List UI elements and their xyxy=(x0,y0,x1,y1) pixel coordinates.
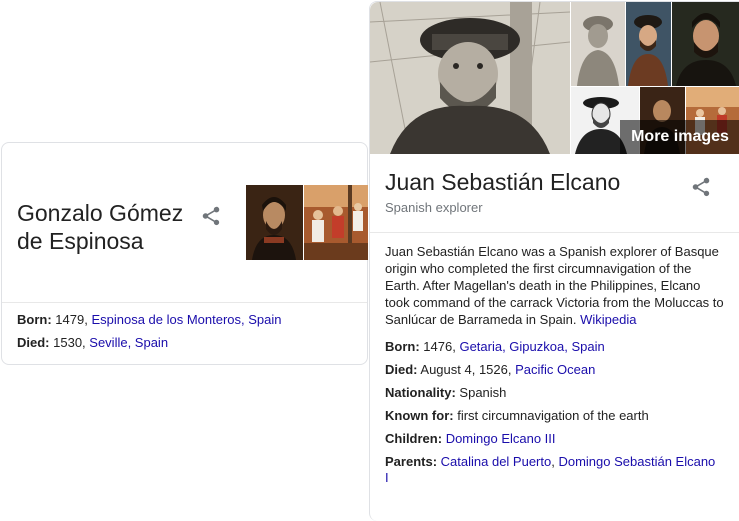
fact-died: Died: August 4, 1526, Pacific Ocean xyxy=(385,361,595,378)
knowledge-card-espinosa: Gonzalo Gómez de Espinosa Born: 1479, Es… xyxy=(1,142,368,365)
description: Juan Sebastián Elcano was a Spanish expl… xyxy=(385,243,725,328)
fact-born: Born: 1479, Espinosa de los Monteros, Sp… xyxy=(17,311,282,328)
parent-link-continued[interactable]: I xyxy=(385,470,389,485)
share-icon[interactable] xyxy=(690,176,712,198)
bronze-statue-image[interactable] xyxy=(571,2,625,86)
divider xyxy=(2,302,367,303)
card-title[interactable]: Juan Sebastián Elcano xyxy=(385,168,620,196)
fact-nationality: Nationality: Spanish xyxy=(385,384,506,401)
fact-died: Died: 1530, Seville, Spain xyxy=(17,334,168,351)
description-text: Juan Sebastián Elcano was a Spanish expl… xyxy=(385,244,724,327)
more-images-button[interactable]: More images xyxy=(620,120,739,154)
fact-label: Died: xyxy=(385,362,418,377)
child-link[interactable]: Domingo Elcano III xyxy=(446,431,556,446)
card-subtitle: Spanish explorer xyxy=(385,200,483,215)
color-portrait-image[interactable] xyxy=(626,2,671,86)
knowledge-card-elcano: More images Juan Sebastián Elcano Spanis… xyxy=(369,1,739,521)
fact-value: 1479, xyxy=(55,312,92,327)
divider xyxy=(370,232,739,233)
birthplace-link[interactable]: Getaria, Gipuzkoa, Spain xyxy=(459,339,604,354)
fact-parents: Parents: Catalina del Puerto, Domingo Se… xyxy=(385,453,715,470)
fact-label: Nationality: xyxy=(385,385,456,400)
fact-label: Children: xyxy=(385,431,443,446)
deathplace-link[interactable]: Pacific Ocean xyxy=(515,362,595,377)
fact-value: August 4, 1526, xyxy=(420,362,516,377)
fact-value: first circumnavigation of the earth xyxy=(457,408,649,423)
image-thumbnails[interactable] xyxy=(246,185,368,260)
fact-label: Born: xyxy=(17,312,52,327)
wikipedia-link[interactable]: Wikipedia xyxy=(580,312,636,327)
dark-portrait-image[interactable] xyxy=(672,2,739,86)
painting-thumbnail[interactable] xyxy=(304,185,368,260)
fact-label: Known for: xyxy=(385,408,454,423)
fact-value: 1476, xyxy=(423,339,460,354)
fact-parents-continued: I xyxy=(385,469,389,486)
fact-value: 1530, xyxy=(53,335,90,350)
fact-value: Spanish xyxy=(459,385,507,400)
fact-label: Born: xyxy=(385,339,420,354)
image-grid[interactable]: More images xyxy=(370,2,739,154)
fact-label: Parents: xyxy=(385,454,438,469)
share-icon[interactable] xyxy=(200,205,222,227)
fact-born: Born: 1476, Getaria, Gipuzkoa, Spain xyxy=(385,338,605,355)
fact-known-for: Known for: first circumnavigation of the… xyxy=(385,407,649,424)
main-engraving-image[interactable] xyxy=(370,2,570,154)
parent-link[interactable]: Catalina del Puerto xyxy=(441,454,552,469)
deathplace-link[interactable]: Seville, Spain xyxy=(89,335,168,350)
portrait-thumbnail[interactable] xyxy=(246,185,303,260)
birthplace-link[interactable]: Espinosa de los Monteros, Spain xyxy=(91,312,281,327)
fact-label: Died: xyxy=(17,335,50,350)
parent-link[interactable]: Domingo Sebastián Elcano xyxy=(558,454,715,469)
card-title[interactable]: Gonzalo Gómez de Espinosa xyxy=(17,199,197,255)
fact-children: Children: Domingo Elcano III xyxy=(385,430,556,447)
